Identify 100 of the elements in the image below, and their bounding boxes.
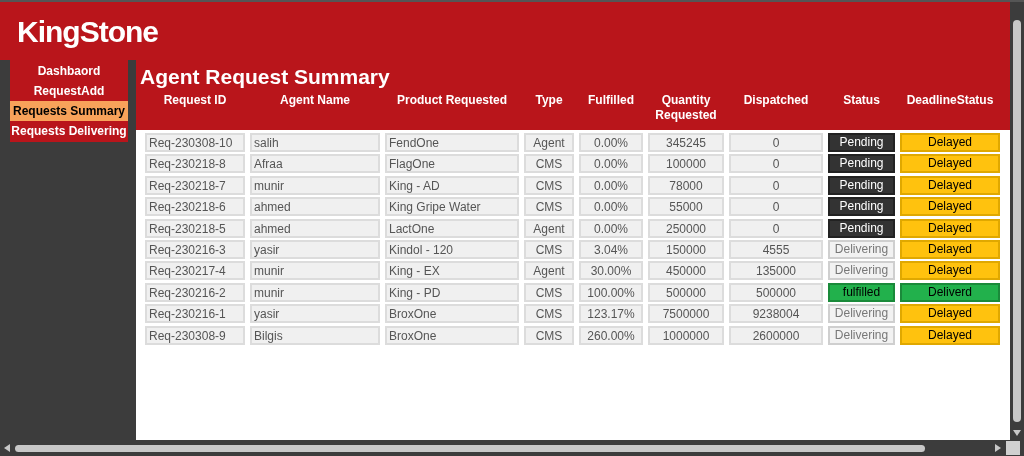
table-cell: 3.04% xyxy=(579,239,643,259)
table-cell: ahmed xyxy=(250,218,380,238)
table-cell: 0 xyxy=(729,175,823,195)
nav-link[interactable]: Requests Delivering xyxy=(10,121,128,141)
table-cell: 450000 xyxy=(648,261,724,281)
table-cell: LactOne xyxy=(385,218,519,238)
table-cell: Req-230216-2 xyxy=(145,282,245,302)
table-cell: King Gripe Water xyxy=(385,197,519,217)
status-badge: Delivering xyxy=(828,325,895,345)
table-cell: 345245 xyxy=(648,133,724,152)
table-cell: munir xyxy=(250,261,380,281)
deadline-badge: Delayed xyxy=(900,218,1000,238)
status-badge: Pending xyxy=(828,133,895,152)
table-cell: 250000 xyxy=(648,218,724,238)
table-cell: 0.00% xyxy=(579,218,643,238)
down-arrow-icon[interactable] xyxy=(1013,430,1021,436)
nav-link[interactable]: Requests Summary xyxy=(10,101,128,121)
scrollbar-thumb[interactable] xyxy=(1013,20,1021,422)
table-cell: 0 xyxy=(729,154,823,174)
table-cell: Req-230308-10 xyxy=(145,133,245,152)
deadline-badge: Delayed xyxy=(900,154,1000,174)
table-cell: yasir xyxy=(250,304,380,324)
status-badge: Delivering xyxy=(828,304,895,324)
left-arrow-icon[interactable] xyxy=(4,444,10,452)
table-cell: Afraa xyxy=(250,154,380,174)
table-cell: Req-230217-4 xyxy=(145,261,245,281)
table-cell: Req-230218-7 xyxy=(145,175,245,195)
column-header: Agent Name xyxy=(279,93,351,109)
deadline-badge: Delayed xyxy=(900,239,1000,259)
column-header: Product Requested xyxy=(396,93,508,109)
table-cell: 30.00% xyxy=(579,261,643,281)
column-header: Dispatched xyxy=(742,93,810,109)
table-cell: Req-230218-6 xyxy=(145,197,245,217)
deadline-badge: Delayed xyxy=(900,325,1000,345)
table-cell: 55000 xyxy=(648,197,724,217)
table-cell: FendOne xyxy=(385,133,519,152)
brand-logo: KingStone xyxy=(17,13,158,50)
table-cell: 500000 xyxy=(729,282,823,302)
page-title: Agent Request Summary xyxy=(140,64,391,90)
status-badge: Pending xyxy=(828,197,895,217)
table-cell: yasir xyxy=(250,239,380,259)
status-badge: Delivering xyxy=(828,261,895,281)
status-badge: Delivering xyxy=(828,239,895,259)
table-cell: munir xyxy=(250,175,380,195)
table-cell: Req-230218-5 xyxy=(145,218,245,238)
table-cell: munir xyxy=(250,282,380,302)
column-header: Request ID xyxy=(162,93,228,109)
table-cell: Req-230216-3 xyxy=(145,239,245,259)
table-cell: CMS xyxy=(524,304,574,324)
table-cell: CMS xyxy=(524,282,574,302)
status-badge: fulfilled xyxy=(828,282,895,302)
table-cell: CMS xyxy=(524,325,574,345)
table-cell: 500000 xyxy=(648,282,724,302)
deadline-badge: Deliverd xyxy=(900,282,1000,302)
column-header: Type xyxy=(534,93,564,109)
table-cell: CMS xyxy=(524,197,574,217)
table-cell: salih xyxy=(250,133,380,152)
column-header: Quantity Requested xyxy=(654,93,718,123)
nav-link[interactable]: Dashbaord xyxy=(10,61,128,81)
table-cell: King - AD xyxy=(385,175,519,195)
table-cell: FlagOne xyxy=(385,154,519,174)
table-cell: 0 xyxy=(729,133,823,152)
nav-link[interactable]: RequestAdd xyxy=(10,81,128,101)
table-cell: Agent xyxy=(524,261,574,281)
table-cell: 150000 xyxy=(648,239,724,259)
table-cell: 0.00% xyxy=(579,175,643,195)
table-cell: 135000 xyxy=(729,261,823,281)
status-badge: Pending xyxy=(828,154,895,174)
table-cell: 260.00% xyxy=(579,325,643,345)
table-cell: 78000 xyxy=(648,175,724,195)
deadline-badge: Delayed xyxy=(900,304,1000,324)
table-cell: Agent xyxy=(524,133,574,152)
table-cell: 100.00% xyxy=(579,282,643,302)
table-cell: Req-230218-8 xyxy=(145,154,245,174)
scrollbar-thumb[interactable] xyxy=(15,444,925,452)
deadline-badge: Delayed xyxy=(900,197,1000,217)
table-cell: 9238004 xyxy=(729,304,823,324)
scrollbar-corner xyxy=(1006,441,1020,455)
table-cell: 2600000 xyxy=(729,325,823,345)
right-arrow-icon[interactable] xyxy=(995,444,1001,452)
table-cell: 4555 xyxy=(729,239,823,259)
deadline-badge: Delayed xyxy=(900,175,1000,195)
table-cell: CMS xyxy=(524,239,574,259)
table-cell: Req-230216-1 xyxy=(145,304,245,324)
status-badge: Pending xyxy=(828,175,895,195)
table-cell: CMS xyxy=(524,154,574,174)
table-cell: 0 xyxy=(729,197,823,217)
table-cell: BroxOne xyxy=(385,325,519,345)
deadline-badge: Delayed xyxy=(900,261,1000,281)
table-cell: 0.00% xyxy=(579,154,643,174)
table-cell: Kindol - 120 xyxy=(385,239,519,259)
table-cell: Agent xyxy=(524,218,574,238)
table-cell: ahmed xyxy=(250,197,380,217)
status-badge: Pending xyxy=(828,218,895,238)
table-cell: CMS xyxy=(524,175,574,195)
table-cell: King - EX xyxy=(385,261,519,281)
table-cell: 0.00% xyxy=(579,197,643,217)
column-header: Status xyxy=(842,93,881,109)
table-cell: Bilgis xyxy=(250,325,380,345)
table-cell: 1000000 xyxy=(648,325,724,345)
